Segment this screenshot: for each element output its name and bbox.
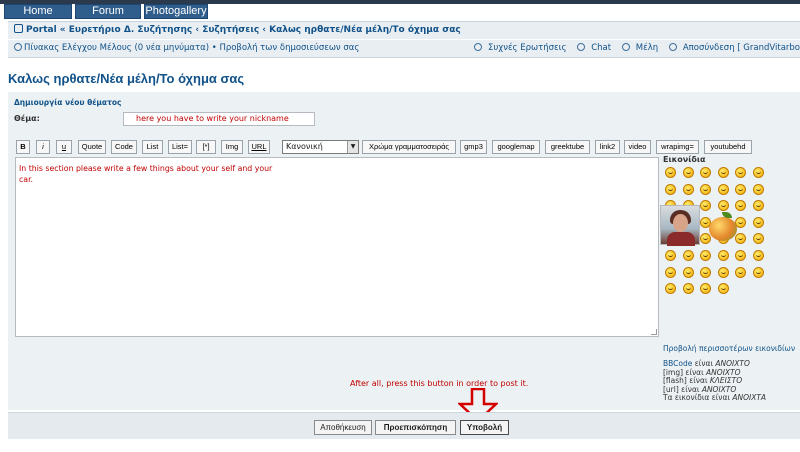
smiley-icon[interactable] — [717, 250, 729, 261]
smiley-icon[interactable] — [717, 200, 729, 212]
list-item-button[interactable]: [*] — [196, 140, 216, 154]
underline-button[interactable]: u — [56, 140, 72, 154]
smiley-icon[interactable] — [665, 183, 676, 195]
smiley-icon[interactable] — [700, 266, 711, 278]
smiley-icon[interactable] — [752, 200, 764, 212]
font-size-select[interactable]: Κανονική ▼ — [282, 140, 359, 154]
resize-grip-icon[interactable] — [651, 329, 657, 335]
faq-icon — [474, 43, 483, 51]
submit-bar: Αποθήκευση Προεπισκόπηση Υποβολή — [8, 412, 800, 439]
woman-portrait-smiley[interactable] — [660, 205, 700, 246]
smilies-status-label: Τα εικονίδια είναι — [663, 393, 733, 403]
smiley-icon[interactable] — [682, 183, 694, 195]
link2-button[interactable]: link2 — [595, 140, 620, 154]
subject-input[interactable]: here you have to write your nickname — [123, 112, 315, 126]
smiley-icon[interactable] — [682, 266, 694, 278]
chat-link[interactable]: Chat — [591, 43, 611, 53]
user-cp-icon — [14, 43, 22, 51]
members-link[interactable]: Μέλη — [636, 43, 658, 53]
message-textarea[interactable]: In this section please write a few thing… — [15, 157, 659, 337]
font-size-value: Κανονική — [286, 142, 323, 151]
smiley-icon[interactable] — [700, 250, 711, 261]
smiley-icon[interactable] — [665, 266, 676, 278]
preview-button[interactable]: Προεπισκόπηση — [375, 420, 456, 435]
wrapimg-button[interactable]: wrapimg= — [656, 140, 699, 154]
smiley-icon[interactable] — [735, 167, 746, 178]
faq-link[interactable]: Συχνές Ερωτήσεις — [488, 43, 566, 53]
img-button[interactable]: Img — [221, 140, 243, 154]
quote-button[interactable]: Quote — [78, 140, 106, 154]
message-text: In this section please write a few thing… — [19, 164, 273, 184]
smilies-status-value: ΑΝΟΙΧΤΑ — [732, 393, 767, 403]
save-draft-button[interactable]: Αποθήκευση — [314, 420, 372, 435]
gmp3-button[interactable]: gmp3 — [460, 140, 487, 154]
post-form-panel: Δημιουργία νέου θέματος Θέμα: here you h… — [8, 92, 800, 410]
breadcrumb-text[interactable]: Portal « Ευρετήριο Δ. Συζήτησης ‹ Συζητή… — [26, 25, 461, 35]
nav-photogallery-tab[interactable]: Photogallery — [144, 4, 208, 19]
bold-button[interactable]: B — [16, 140, 30, 154]
logout-link[interactable]: Αποσύνδεση [ GrandVitarbo — [683, 43, 800, 53]
smiley-icon[interactable] — [735, 250, 746, 261]
smiley-icon[interactable] — [682, 283, 694, 295]
smiley-icon[interactable] — [717, 167, 729, 178]
chevron-down-icon: ▼ — [347, 141, 358, 153]
smiley-icon[interactable] — [735, 266, 746, 278]
googlemap-button[interactable]: googlemap — [492, 140, 540, 154]
form-heading: Δημιουργία νέου θέματος — [14, 98, 122, 107]
more-smilies-link[interactable]: Προβολή περισσοτέρων εικονιδίων — [663, 344, 795, 353]
smiley-icon[interactable] — [752, 266, 764, 278]
submit-button[interactable]: Υποβολή — [460, 420, 509, 435]
list-button[interactable]: List — [142, 140, 163, 154]
subject-label: Θέμα: — [14, 114, 40, 123]
smiley-icon[interactable] — [735, 200, 746, 212]
smiley-icon[interactable] — [752, 167, 764, 178]
smilies-title: Εικονίδια — [663, 155, 706, 164]
smiley-icon[interactable] — [700, 183, 711, 195]
members-icon — [621, 43, 630, 51]
smiley-icon[interactable] — [682, 250, 694, 261]
smiley-icon[interactable] — [665, 167, 676, 178]
user-cp-link[interactable]: Πίνακας Ελέγχου Μέλους (0 νέα μηνύματα) … — [24, 43, 359, 53]
smiley-icon[interactable] — [752, 183, 764, 195]
smiley-icon[interactable] — [682, 167, 694, 178]
smiley-icon[interactable] — [700, 200, 711, 212]
smiley-icon[interactable] — [752, 216, 764, 228]
url-button[interactable]: URL — [248, 140, 270, 154]
font-color-button[interactable]: Χρώμα γραμματοσειράς — [362, 140, 456, 154]
chat-icon — [577, 43, 586, 51]
nav-forum-tab[interactable]: Forum — [75, 4, 141, 19]
smiley-icon[interactable] — [717, 183, 729, 195]
list-eq-button[interactable]: List= — [168, 140, 192, 154]
smiley-icon[interactable] — [752, 233, 764, 245]
smiley-icon[interactable] — [665, 283, 676, 295]
greektube-button[interactable]: greektube — [545, 140, 590, 154]
smiley-icon[interactable] — [717, 283, 729, 295]
apple-smiley-icon[interactable] — [706, 212, 740, 242]
video-button[interactable]: video — [624, 140, 651, 154]
page-title[interactable]: Καλως ηρθατε/Νέα μέλη/Το όχημα σας — [8, 71, 244, 86]
nav-home-tab[interactable]: Home — [4, 4, 72, 19]
home-icon — [14, 24, 23, 33]
top-banner: Home Forum Photogallery — [0, 0, 800, 20]
annotation-hint: After all, press this button in order to… — [350, 379, 529, 388]
breadcrumb: Portal « Ευρετήριο Δ. Συζήτησης ‹ Συζητή… — [8, 21, 800, 39]
bbcode-status: BBCode είναι ΑΝΟΙΧΤΟ [img] είναι ΑΝΟΙΧΤΟ… — [663, 359, 767, 403]
smiley-icon[interactable] — [700, 167, 711, 178]
smiley-icon[interactable] — [665, 250, 676, 261]
youtubehd-button[interactable]: youtubehd — [704, 140, 752, 154]
user-links-bar: Πίνακας Ελέγχου Μέλους (0 νέα μηνύματα) … — [8, 40, 800, 58]
smiley-icon[interactable] — [735, 183, 746, 195]
italic-button[interactable]: i — [36, 140, 50, 154]
smiley-icon[interactable] — [717, 266, 729, 278]
logout-icon — [668, 43, 677, 51]
smiley-icon[interactable] — [752, 250, 764, 261]
smiley-icon[interactable] — [700, 283, 711, 295]
code-button[interactable]: Code — [111, 140, 137, 154]
